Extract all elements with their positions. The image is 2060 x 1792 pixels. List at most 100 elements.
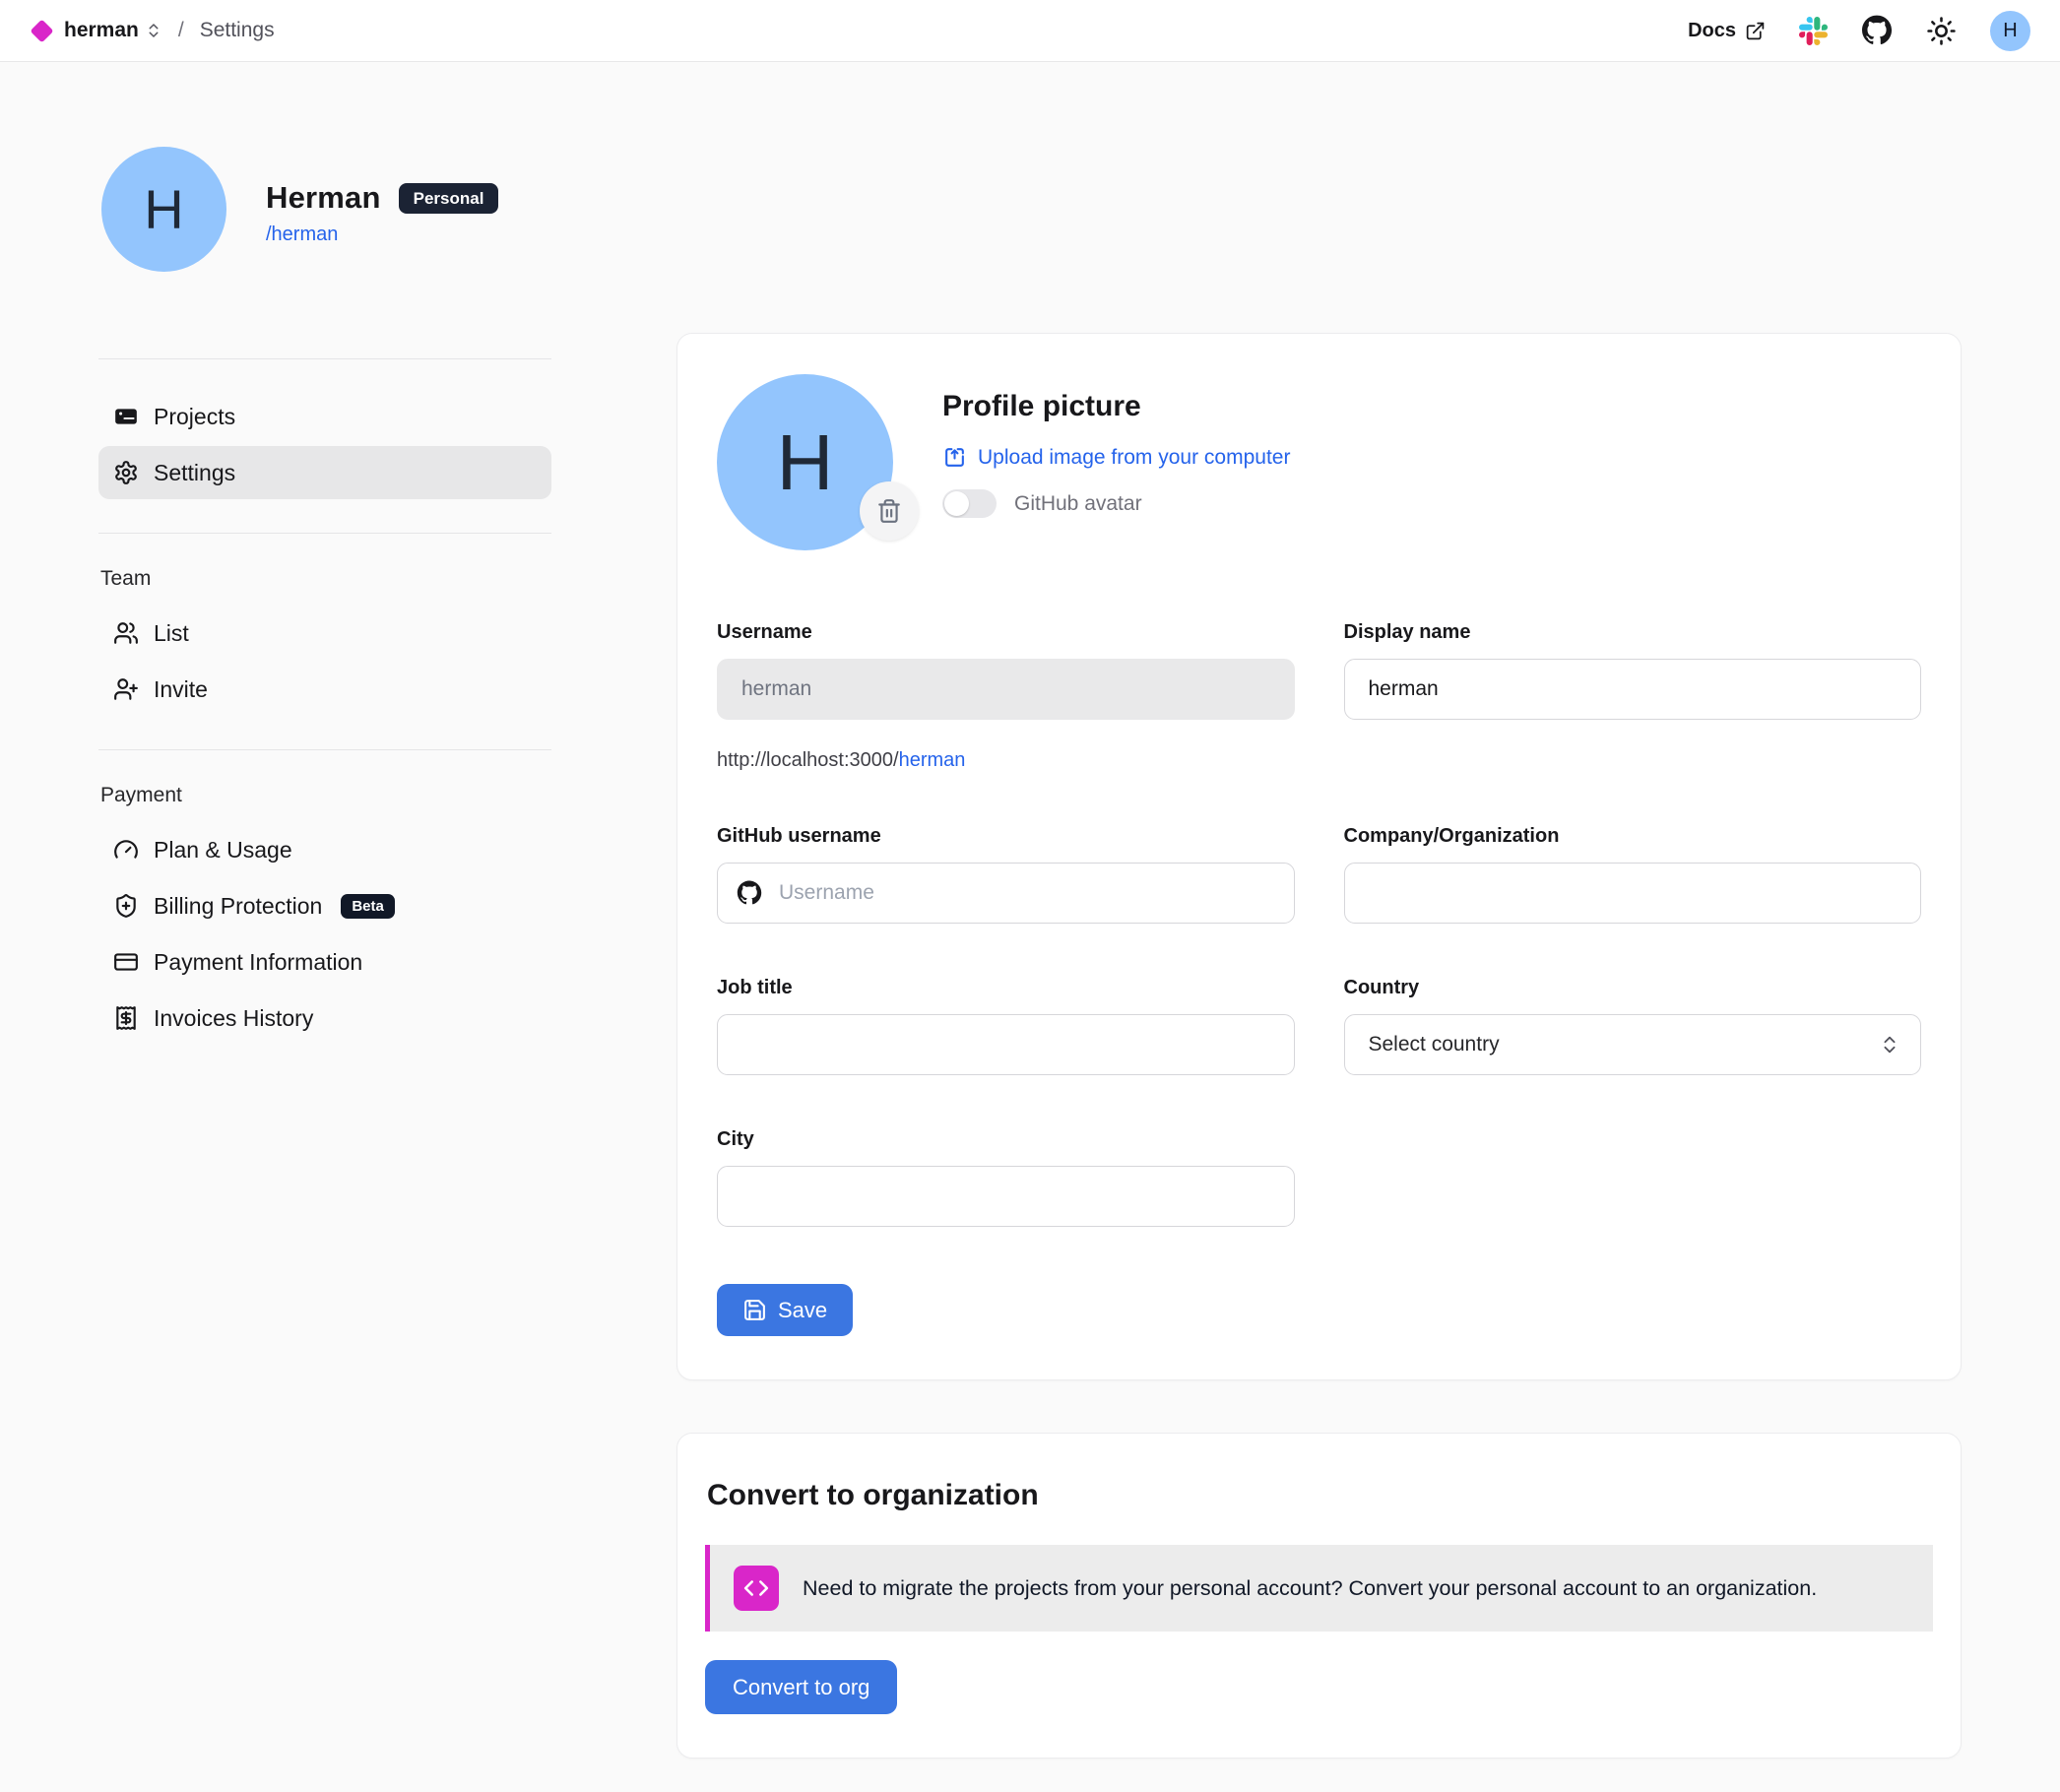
sidebar-item-team-invite[interactable]: Invite <box>98 663 551 716</box>
github-username-input[interactable] <box>717 863 1295 924</box>
sidebar-item-label: Invite <box>154 676 208 703</box>
profile-url: http://localhost:3000/herman <box>717 749 1295 772</box>
sidebar-item-billing-protection[interactable]: Billing Protection Beta <box>98 879 551 932</box>
profile-header-text: Herman Personal /herman <box>266 147 498 272</box>
github-button[interactable] <box>1861 15 1893 46</box>
sidebar-item-label: Billing Protection <box>154 893 322 920</box>
job-title-label: Job title <box>717 977 1295 999</box>
city-input[interactable] <box>717 1166 1295 1227</box>
profile-avatar: H <box>101 147 226 272</box>
company-input[interactable] <box>1344 863 1922 924</box>
toggle-knob <box>944 491 969 516</box>
sidebar: Projects Settings Team List <box>98 358 551 1078</box>
convert-to-organization-card: Convert to organization Need to migrate … <box>676 1433 1962 1759</box>
sidebar-item-settings[interactable]: Settings <box>98 446 551 499</box>
delete-avatar-button[interactable] <box>860 481 919 541</box>
theme-toggle-button[interactable] <box>1926 16 1957 46</box>
brand-diamond-icon <box>30 19 53 42</box>
profile-handle-link[interactable]: /herman <box>266 224 498 246</box>
sidebar-section-payment: Payment Plan & Usage Billing Protection … <box>98 750 551 1078</box>
docs-link-label: Docs <box>1688 20 1736 42</box>
country-field-group: Country Select country <box>1344 977 1922 1075</box>
sun-icon <box>1926 16 1957 46</box>
sidebar-section-title: Team <box>100 567 551 591</box>
sidebar-item-projects[interactable]: Projects <box>98 390 551 443</box>
sidebar-item-label: Projects <box>154 404 235 430</box>
country-select-value: Select country <box>1369 1033 1500 1056</box>
profile-picture: H <box>717 374 893 550</box>
job-title-field-group: Job title <box>717 977 1295 1075</box>
topbar-actions: Docs H <box>1688 11 2030 51</box>
convert-card-title: Convert to organization <box>707 1479 1933 1512</box>
username-field-group: Username http://localhost:3000/herman <box>717 621 1295 772</box>
upload-link-label: Upload image from your computer <box>978 446 1290 470</box>
company-label: Company/Organization <box>1344 825 1922 848</box>
save-button[interactable]: Save <box>717 1284 853 1336</box>
convert-button-label: Convert to org <box>733 1675 869 1700</box>
github-avatar-toggle-label: GitHub avatar <box>1014 492 1142 516</box>
shield-plus-icon <box>113 893 139 919</box>
user-plus-icon <box>113 676 139 702</box>
beta-badge: Beta <box>341 894 395 919</box>
main-column: H Profile picture <box>676 333 1962 1759</box>
profile-url-user-link[interactable]: herman <box>899 749 966 771</box>
projects-icon <box>113 404 139 429</box>
profile-avatar-initial: H <box>144 177 183 241</box>
convert-to-org-button[interactable]: Convert to org <box>705 1660 897 1714</box>
sidebar-item-label: Payment Information <box>154 949 362 976</box>
credit-card-icon <box>113 949 139 975</box>
page-content: H Herman Personal /herman Projects <box>0 147 2060 1759</box>
display-name-input[interactable] <box>1344 659 1922 720</box>
sidebar-item-invoices-history[interactable]: Invoices History <box>98 992 551 1045</box>
profile-header: H Herman Personal /herman <box>101 147 1962 272</box>
upload-icon <box>942 445 967 470</box>
github-username-label: GitHub username <box>717 825 1295 848</box>
upload-image-link[interactable]: Upload image from your computer <box>942 445 1290 470</box>
gear-icon <box>113 460 139 485</box>
profile-picture-initial: H <box>777 417 834 508</box>
docs-link[interactable]: Docs <box>1688 20 1766 42</box>
workspace-name: herman <box>64 19 139 42</box>
trash-icon <box>876 498 902 524</box>
convert-notice-banner: Need to migrate the projects from your p… <box>705 1545 1933 1632</box>
sidebar-item-plan-usage[interactable]: Plan & Usage <box>98 823 551 876</box>
save-icon <box>742 1298 767 1322</box>
sidebar-item-label: Plan & Usage <box>154 837 292 864</box>
profile-settings-card: H Profile picture <box>676 333 1962 1380</box>
sidebar-item-payment-information[interactable]: Payment Information <box>98 935 551 989</box>
sidebar-item-label: Settings <box>154 460 235 486</box>
slack-button[interactable] <box>1799 17 1828 45</box>
job-title-input[interactable] <box>717 1014 1295 1075</box>
avatar-initial: H <box>2003 20 2017 42</box>
receipt-icon <box>113 1005 139 1031</box>
users-icon <box>113 620 139 646</box>
personal-badge: Personal <box>399 183 499 214</box>
save-button-label: Save <box>778 1298 827 1323</box>
user-avatar[interactable]: H <box>1990 11 2030 51</box>
city-label: City <box>717 1128 1295 1151</box>
github-username-field-group: GitHub username <box>717 825 1295 924</box>
github-icon <box>1861 15 1893 46</box>
username-label: Username <box>717 621 1295 644</box>
profile-picture-title: Profile picture <box>942 390 1290 423</box>
country-select[interactable]: Select country <box>1344 1014 1922 1075</box>
github-input-icon <box>737 880 762 906</box>
convert-notice-text: Need to migrate the projects from your p… <box>803 1576 1817 1601</box>
breadcrumb-separator: / <box>178 19 184 42</box>
slack-icon <box>1799 17 1828 45</box>
sidebar-item-label: List <box>154 620 189 647</box>
sidebar-section-title: Payment <box>100 784 551 807</box>
github-avatar-toggle[interactable] <box>942 489 997 518</box>
city-field-group: City <box>717 1128 1295 1227</box>
chevrons-up-down-icon <box>145 22 162 39</box>
workspace-switcher[interactable]: herman <box>64 19 162 42</box>
topbar: herman / Settings Docs <box>0 0 2060 62</box>
display-name-field-group: Display name <box>1344 621 1922 772</box>
display-name-label: Display name <box>1344 621 1922 644</box>
sidebar-item-team-list[interactable]: List <box>98 607 551 660</box>
profile-url-prefix: http://localhost:3000/ <box>717 749 899 771</box>
profile-name: Herman <box>266 180 381 216</box>
breadcrumb: herman / Settings <box>30 19 275 42</box>
external-link-icon <box>1745 21 1766 41</box>
gauge-icon <box>113 837 139 863</box>
